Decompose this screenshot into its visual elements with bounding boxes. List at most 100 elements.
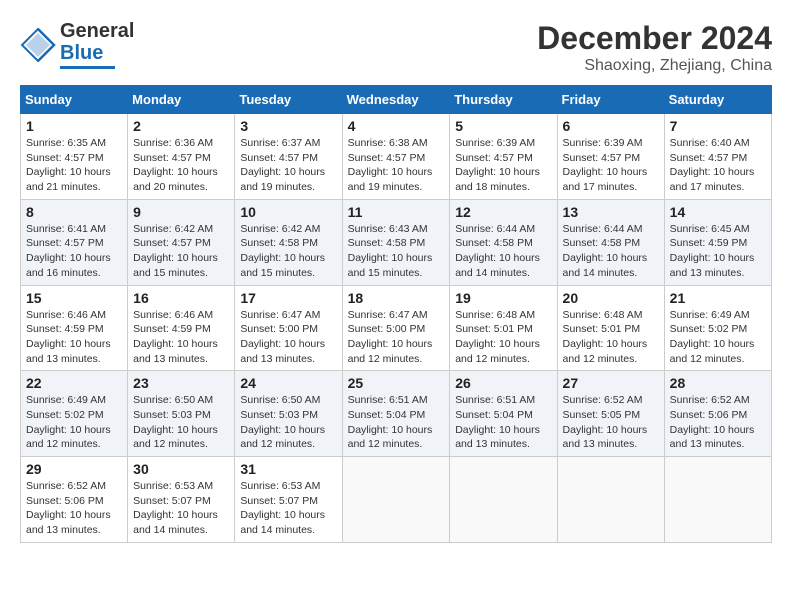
sunset-text: Sunset: 4:57 PM bbox=[670, 152, 748, 164]
sunrise-text: Sunrise: 6:42 AM bbox=[133, 223, 213, 235]
day-info: Sunrise: 6:45 AM Sunset: 4:59 PM Dayligh… bbox=[670, 222, 766, 281]
table-row: 25 Sunrise: 6:51 AM Sunset: 5:04 PM Dayl… bbox=[342, 371, 450, 457]
sunset-text: Sunset: 5:07 PM bbox=[240, 495, 318, 507]
table-row: 31 Sunrise: 6:53 AM Sunset: 5:07 PM Dayl… bbox=[235, 457, 342, 543]
table-row: 12 Sunrise: 6:44 AM Sunset: 4:58 PM Dayl… bbox=[450, 199, 557, 285]
sunset-text: Sunset: 4:57 PM bbox=[133, 237, 211, 249]
table-row: 13 Sunrise: 6:44 AM Sunset: 4:58 PM Dayl… bbox=[557, 199, 664, 285]
table-row: 21 Sunrise: 6:49 AM Sunset: 5:02 PM Dayl… bbox=[664, 285, 771, 371]
sunrise-text: Sunrise: 6:37 AM bbox=[240, 137, 320, 149]
daylight-text: Daylight: 10 hours and 20 minutes. bbox=[133, 166, 218, 193]
day-info: Sunrise: 6:44 AM Sunset: 4:58 PM Dayligh… bbox=[455, 222, 551, 281]
daylight-text: Daylight: 10 hours and 15 minutes. bbox=[133, 252, 218, 279]
day-number: 28 bbox=[670, 375, 766, 391]
sunrise-text: Sunrise: 6:45 AM bbox=[670, 223, 750, 235]
table-row: 23 Sunrise: 6:50 AM Sunset: 5:03 PM Dayl… bbox=[128, 371, 235, 457]
day-number: 19 bbox=[455, 290, 551, 306]
table-row: 27 Sunrise: 6:52 AM Sunset: 5:05 PM Dayl… bbox=[557, 371, 664, 457]
col-thursday: Thursday bbox=[450, 86, 557, 114]
day-info: Sunrise: 6:53 AM Sunset: 5:07 PM Dayligh… bbox=[240, 479, 336, 538]
daylight-text: Daylight: 10 hours and 13 minutes. bbox=[670, 424, 755, 451]
sunset-text: Sunset: 5:04 PM bbox=[348, 409, 426, 421]
sunset-text: Sunset: 5:06 PM bbox=[26, 495, 104, 507]
day-number: 10 bbox=[240, 204, 336, 220]
daylight-text: Daylight: 10 hours and 13 minutes. bbox=[240, 338, 325, 365]
sunrise-text: Sunrise: 6:43 AM bbox=[348, 223, 428, 235]
sunset-text: Sunset: 4:59 PM bbox=[670, 237, 748, 249]
sunset-text: Sunset: 5:05 PM bbox=[563, 409, 641, 421]
calendar-header-row: Sunday Monday Tuesday Wednesday Thursday… bbox=[21, 86, 772, 114]
calendar-table: Sunday Monday Tuesday Wednesday Thursday… bbox=[20, 85, 772, 543]
table-row: 3 Sunrise: 6:37 AM Sunset: 4:57 PM Dayli… bbox=[235, 114, 342, 200]
day-info: Sunrise: 6:52 AM Sunset: 5:06 PM Dayligh… bbox=[26, 479, 122, 538]
day-info: Sunrise: 6:49 AM Sunset: 5:02 PM Dayligh… bbox=[26, 393, 122, 452]
sunrise-text: Sunrise: 6:44 AM bbox=[455, 223, 535, 235]
daylight-text: Daylight: 10 hours and 12 minutes. bbox=[563, 338, 648, 365]
col-saturday: Saturday bbox=[664, 86, 771, 114]
day-info: Sunrise: 6:49 AM Sunset: 5:02 PM Dayligh… bbox=[670, 308, 766, 367]
daylight-text: Daylight: 10 hours and 13 minutes. bbox=[563, 424, 648, 451]
sunset-text: Sunset: 5:00 PM bbox=[240, 323, 318, 335]
table-row bbox=[342, 457, 450, 543]
sunrise-text: Sunrise: 6:35 AM bbox=[26, 137, 106, 149]
sunset-text: Sunset: 5:06 PM bbox=[670, 409, 748, 421]
sunrise-text: Sunrise: 6:52 AM bbox=[670, 394, 750, 406]
sunset-text: Sunset: 5:07 PM bbox=[133, 495, 211, 507]
day-info: Sunrise: 6:52 AM Sunset: 5:06 PM Dayligh… bbox=[670, 393, 766, 452]
sunset-text: Sunset: 4:59 PM bbox=[133, 323, 211, 335]
daylight-text: Daylight: 10 hours and 14 minutes. bbox=[455, 252, 540, 279]
day-number: 13 bbox=[563, 204, 659, 220]
day-info: Sunrise: 6:43 AM Sunset: 4:58 PM Dayligh… bbox=[348, 222, 445, 281]
sunrise-text: Sunrise: 6:42 AM bbox=[240, 223, 320, 235]
daylight-text: Daylight: 10 hours and 13 minutes. bbox=[133, 338, 218, 365]
logo-icon bbox=[20, 27, 56, 63]
sunset-text: Sunset: 4:57 PM bbox=[455, 152, 533, 164]
sunrise-text: Sunrise: 6:49 AM bbox=[670, 309, 750, 321]
table-row: 26 Sunrise: 6:51 AM Sunset: 5:04 PM Dayl… bbox=[450, 371, 557, 457]
day-number: 27 bbox=[563, 375, 659, 391]
day-number: 6 bbox=[563, 118, 659, 134]
day-info: Sunrise: 6:40 AM Sunset: 4:57 PM Dayligh… bbox=[670, 136, 766, 195]
sunrise-text: Sunrise: 6:46 AM bbox=[133, 309, 213, 321]
col-wednesday: Wednesday bbox=[342, 86, 450, 114]
header: General Blue December 2024 Shaoxing, Zhe… bbox=[20, 20, 772, 75]
sunrise-text: Sunrise: 6:44 AM bbox=[563, 223, 643, 235]
sunrise-text: Sunrise: 6:46 AM bbox=[26, 309, 106, 321]
col-tuesday: Tuesday bbox=[235, 86, 342, 114]
daylight-text: Daylight: 10 hours and 13 minutes. bbox=[670, 252, 755, 279]
sunset-text: Sunset: 4:57 PM bbox=[133, 152, 211, 164]
daylight-text: Daylight: 10 hours and 15 minutes. bbox=[240, 252, 325, 279]
daylight-text: Daylight: 10 hours and 12 minutes. bbox=[670, 338, 755, 365]
calendar-week-row: 8 Sunrise: 6:41 AM Sunset: 4:57 PM Dayli… bbox=[21, 199, 772, 285]
sunset-text: Sunset: 5:01 PM bbox=[455, 323, 533, 335]
calendar-week-row: 29 Sunrise: 6:52 AM Sunset: 5:06 PM Dayl… bbox=[21, 457, 772, 543]
day-info: Sunrise: 6:52 AM Sunset: 5:05 PM Dayligh… bbox=[563, 393, 659, 452]
sunrise-text: Sunrise: 6:40 AM bbox=[670, 137, 750, 149]
daylight-text: Daylight: 10 hours and 12 minutes. bbox=[133, 424, 218, 451]
logo-blue: Blue bbox=[60, 42, 134, 64]
sunset-text: Sunset: 4:58 PM bbox=[455, 237, 533, 249]
sunset-text: Sunset: 4:57 PM bbox=[348, 152, 426, 164]
day-info: Sunrise: 6:48 AM Sunset: 5:01 PM Dayligh… bbox=[455, 308, 551, 367]
day-number: 30 bbox=[133, 461, 229, 477]
day-info: Sunrise: 6:50 AM Sunset: 5:03 PM Dayligh… bbox=[133, 393, 229, 452]
sunset-text: Sunset: 5:03 PM bbox=[133, 409, 211, 421]
sunset-text: Sunset: 4:58 PM bbox=[348, 237, 426, 249]
daylight-text: Daylight: 10 hours and 13 minutes. bbox=[26, 338, 111, 365]
daylight-text: Daylight: 10 hours and 12 minutes. bbox=[240, 424, 325, 451]
table-row: 30 Sunrise: 6:53 AM Sunset: 5:07 PM Dayl… bbox=[128, 457, 235, 543]
table-row: 2 Sunrise: 6:36 AM Sunset: 4:57 PM Dayli… bbox=[128, 114, 235, 200]
daylight-text: Daylight: 10 hours and 18 minutes. bbox=[455, 166, 540, 193]
sunset-text: Sunset: 4:57 PM bbox=[26, 152, 104, 164]
day-number: 22 bbox=[26, 375, 122, 391]
day-info: Sunrise: 6:47 AM Sunset: 5:00 PM Dayligh… bbox=[348, 308, 445, 367]
sunrise-text: Sunrise: 6:48 AM bbox=[563, 309, 643, 321]
col-friday: Friday bbox=[557, 86, 664, 114]
day-info: Sunrise: 6:37 AM Sunset: 4:57 PM Dayligh… bbox=[240, 136, 336, 195]
sunrise-text: Sunrise: 6:36 AM bbox=[133, 137, 213, 149]
table-row: 1 Sunrise: 6:35 AM Sunset: 4:57 PM Dayli… bbox=[21, 114, 128, 200]
col-sunday: Sunday bbox=[21, 86, 128, 114]
sunrise-text: Sunrise: 6:49 AM bbox=[26, 394, 106, 406]
calendar-week-row: 22 Sunrise: 6:49 AM Sunset: 5:02 PM Dayl… bbox=[21, 371, 772, 457]
daylight-text: Daylight: 10 hours and 19 minutes. bbox=[348, 166, 433, 193]
